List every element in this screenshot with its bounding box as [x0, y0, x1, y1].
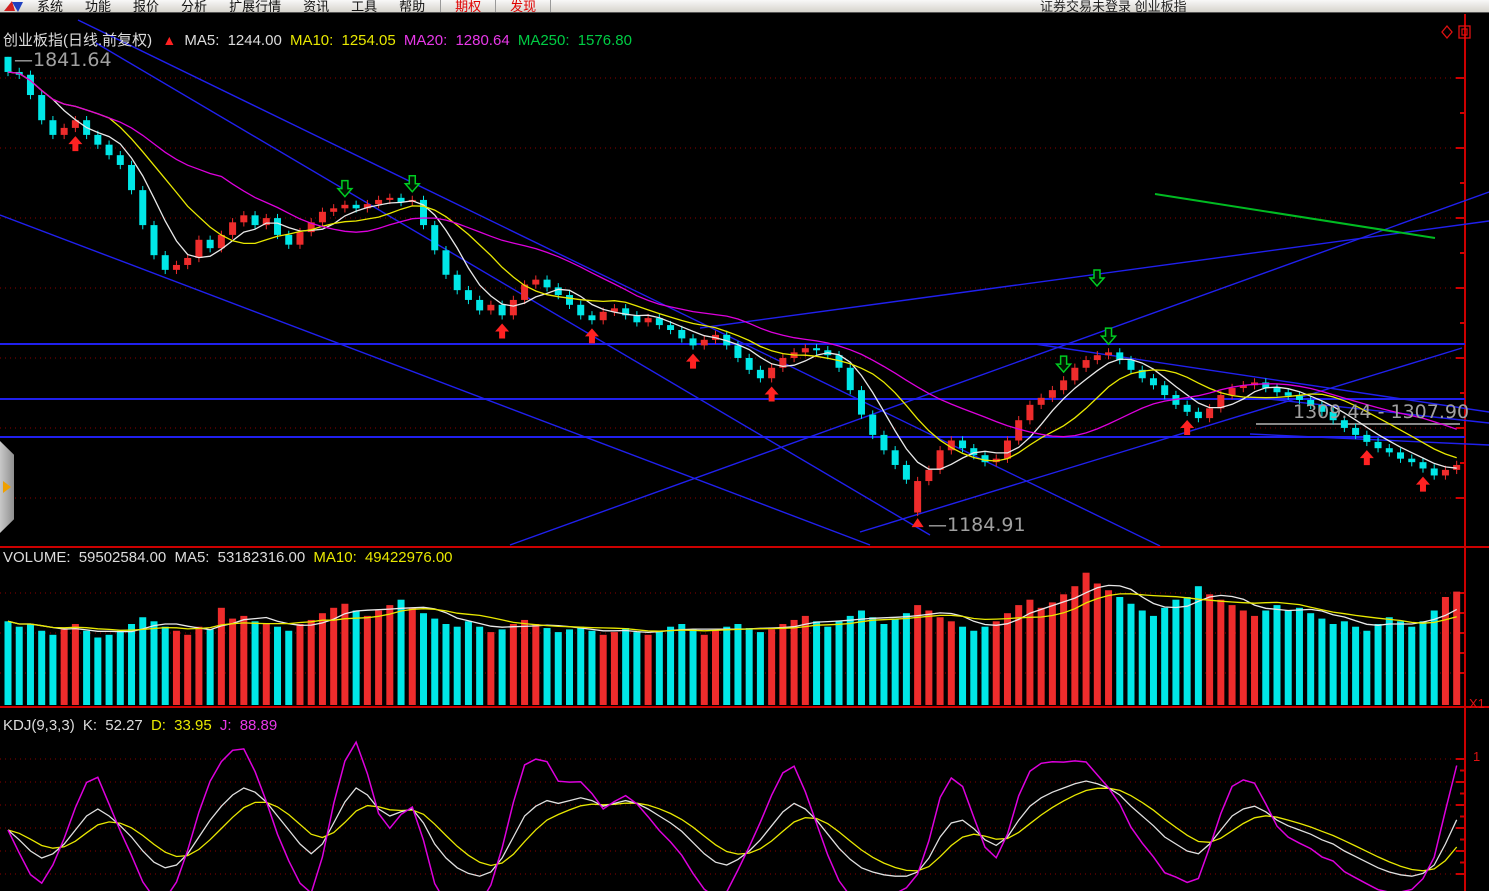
ma20-label: MA20: [404, 32, 447, 49]
menu-item-quotes[interactable]: 报价 [122, 0, 170, 13]
menu-item-analysis[interactable]: 分析 [170, 0, 218, 13]
kdj-name: KDJ(9,3,3) [3, 717, 75, 734]
ma20-value: 1280.64 [455, 32, 509, 49]
ma10-label: MA10: [290, 32, 333, 49]
kdj-header: KDJ(9,3,3) K: 52.27 D: 33.95 J: 88.89 [3, 717, 281, 734]
main-chart-header: 创业板指(日线.前复权) ▲ MA5: 1244.00 MA10: 1254.0… [3, 29, 636, 50]
kdj-j-value: 88.89 [240, 717, 278, 734]
diamond-icon[interactable] [1440, 24, 1454, 39]
menu-item-news[interactable]: 资讯 [292, 0, 340, 13]
sidebar-expander-tab[interactable] [0, 441, 14, 533]
ma5-label: MA5: [184, 32, 219, 49]
menu-item-function[interactable]: 功能 [74, 0, 122, 13]
ma250-label: MA250: [518, 32, 570, 49]
kdj-k-value: 52.27 [105, 717, 143, 734]
menu-item-system[interactable]: 系统 [26, 0, 74, 13]
menu-item-options-market[interactable]: 期权 [440, 0, 496, 13]
app-logo-icon[interactable] [2, 0, 26, 13]
menu-item-extended-quotes[interactable]: 扩展行情 [218, 0, 292, 13]
ma250-value: 1576.80 [578, 32, 632, 49]
kdj-j-label: J: [220, 717, 232, 734]
login-status-text: 证券交易未登录 创业板指 [1040, 0, 1187, 13]
kdj-d-label: D: [151, 717, 166, 734]
kdj-indicator-chart[interactable] [0, 708, 1489, 891]
ma10-value: 1254.05 [342, 32, 396, 49]
ma5-value: 1244.00 [228, 32, 282, 49]
kdj-d-value: 33.95 [174, 717, 212, 734]
volume-multiplier-label: X1 [1469, 696, 1485, 711]
chart-corner-controls [1437, 24, 1472, 39]
vol-ma5-label: MA5: [174, 549, 209, 566]
menu-bar: 系统 功能 报价 分析 扩展行情 资讯 工具 帮助 期权 发现 证券交易未登录 … [0, 0, 1489, 13]
volume-value: 59502584.00 [79, 549, 167, 566]
expand-right-triangle-icon [3, 481, 11, 493]
vol-ma5-value: 53182316.00 [218, 549, 306, 566]
svg-text:—1841.64: —1841.64 [14, 49, 112, 71]
menu-item-help[interactable]: 帮助 [388, 0, 436, 13]
up-arrow-icon: ▲ [162, 32, 176, 48]
menu-item-tools[interactable]: 工具 [340, 0, 388, 13]
vol-ma10-label: MA10: [313, 549, 356, 566]
kdj-scale-label: 1 [1473, 749, 1480, 764]
volume-label: VOLUME: [3, 549, 71, 566]
volume-chart[interactable] [0, 546, 1489, 708]
restore-window-icon[interactable] [1457, 24, 1472, 39]
vol-ma10-value: 49422976.00 [365, 549, 453, 566]
main-candlestick-chart[interactable]: —1841.64 —1184.91 1309.44 - 1307.90 [0, 14, 1489, 546]
kdj-k-label: K: [83, 717, 97, 734]
svg-text:—1184.91: —1184.91 [928, 514, 1026, 536]
volume-header: VOLUME: 59502584.00 MA5: 53182316.00 MA1… [3, 549, 457, 566]
menu-item-discover[interactable]: 发现 [496, 0, 551, 13]
svg-text:1309.44 - 1307.90: 1309.44 - 1307.90 [1293, 401, 1469, 423]
chart-title: 创业板指(日线.前复权) [3, 32, 152, 49]
